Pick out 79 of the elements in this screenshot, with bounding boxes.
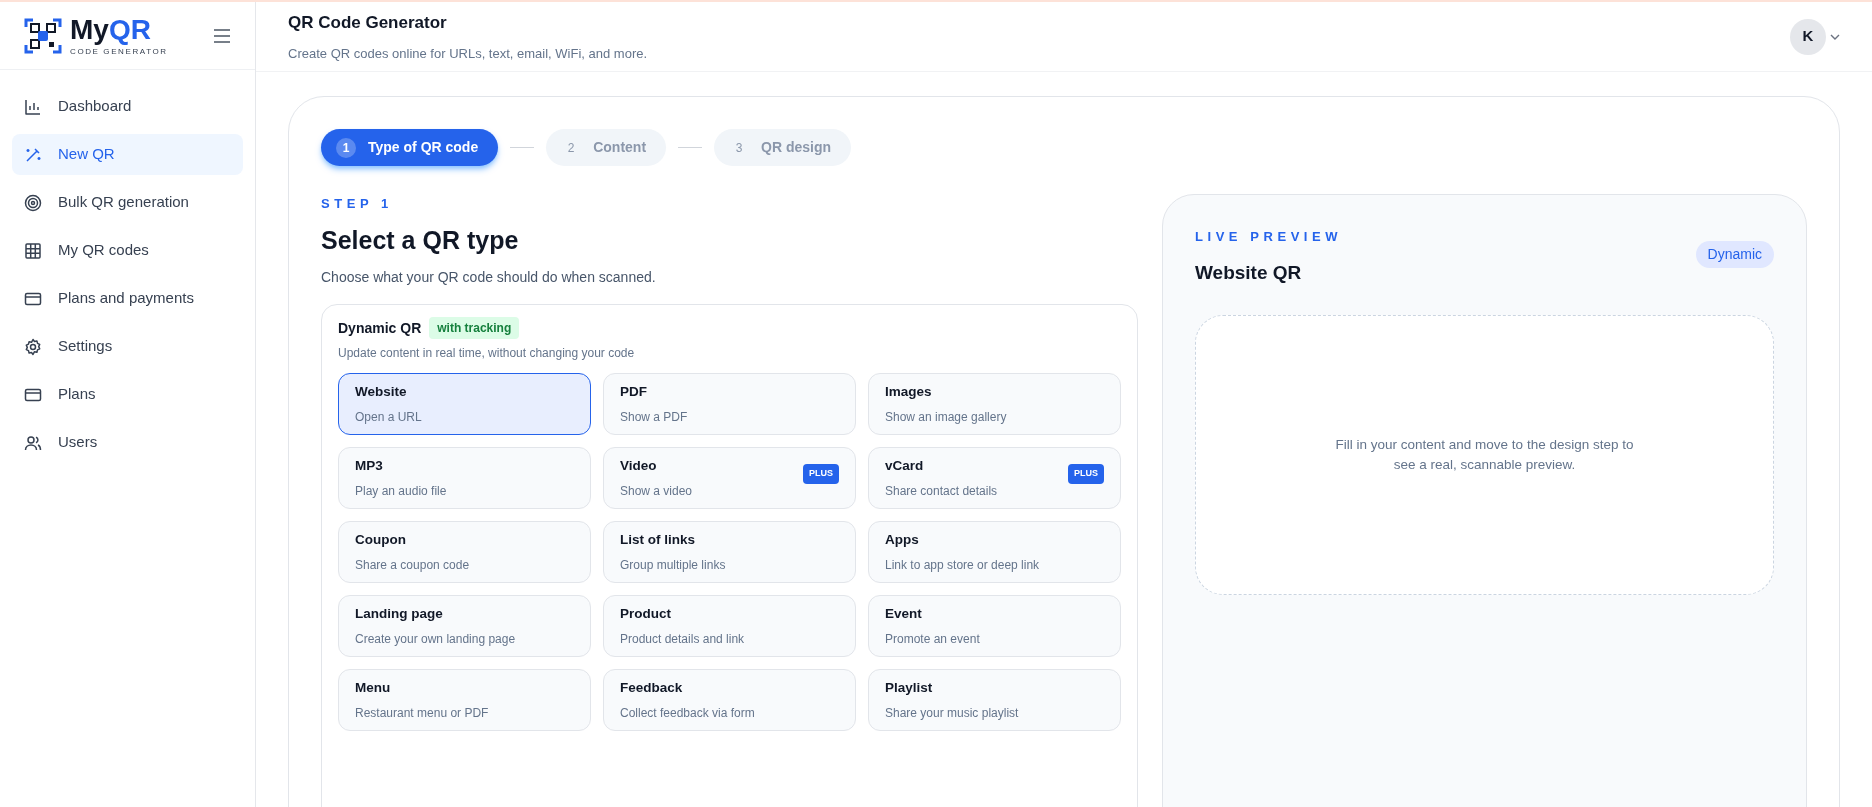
- card-title: Landing page: [355, 605, 443, 624]
- preview-hint: Fill in your content and move to the design step to see a real, scannable preview.: [1334, 436, 1635, 474]
- sidebar-item[interactable]: Bulk QR generation: [12, 182, 243, 223]
- card-description: Create your own landing page: [355, 630, 516, 648]
- qr-type-card[interactable]: Images Show an image gallery: [868, 373, 1121, 435]
- card-description: Promote an event: [885, 630, 980, 648]
- sidebar-item[interactable]: Users: [12, 422, 243, 463]
- qr-type-card[interactable]: Landing page Create your own landing page: [338, 595, 591, 657]
- qr-type-card[interactable]: Website Open a URL: [338, 373, 591, 435]
- sidebar-item[interactable]: Dashboard: [12, 86, 243, 127]
- card-description: Product details and link: [620, 630, 745, 648]
- brand-name: MyQR: [70, 15, 152, 44]
- card-title: PDF: [620, 383, 647, 402]
- card-description: Share a coupon code: [355, 556, 470, 574]
- chevron-down-icon: [1830, 33, 1840, 40]
- magic-wand-icon: [24, 145, 42, 164]
- card-description: Group multiple links: [620, 556, 726, 574]
- plus-badge: PLUS: [1068, 464, 1104, 484]
- brand-tagline: CODE GENERATOR: [70, 47, 168, 56]
- card-description: Restaurant menu or PDF: [355, 704, 489, 722]
- card-description: Show a PDF: [620, 408, 688, 426]
- section-description: Choose what your QR code should do when scanned.: [321, 268, 657, 287]
- qr-type-card[interactable]: vCard Share contact details PLUS: [868, 447, 1121, 509]
- users-icon: [24, 433, 42, 452]
- qr-type-card[interactable]: Playlist Share your music playlist: [868, 669, 1121, 731]
- card-description: Show a video: [620, 482, 693, 500]
- qr-type-card[interactable]: List of links Group multiple links: [603, 521, 856, 583]
- sidebar-item[interactable]: Plans: [12, 374, 243, 415]
- card-title: Menu: [355, 679, 391, 698]
- page-title: QR Code Generator: [288, 12, 448, 34]
- qr-type-card[interactable]: MP3 Play an audio file: [338, 447, 591, 509]
- qr-type-card[interactable]: PDF Show a PDF: [603, 373, 856, 435]
- section-heading: Select a QR type: [321, 224, 520, 256]
- sidebar-item[interactable]: My QR codes: [12, 230, 243, 271]
- card-description: Share your music playlist: [885, 704, 1019, 722]
- card-description: Collect feedback via form: [620, 704, 755, 722]
- step-tab[interactable]: 1 Type of QR code: [321, 129, 499, 166]
- settings-icon: [24, 337, 42, 356]
- card-title: Product: [620, 605, 671, 624]
- qr-type-card[interactable]: Product Product details and link: [603, 595, 856, 657]
- panel-title: Dynamic QR: [338, 318, 422, 338]
- qr-type-card[interactable]: Feedback Collect feedback via form: [603, 669, 856, 731]
- card-description: Share contact details: [885, 482, 998, 500]
- card-title: MP3: [355, 457, 383, 476]
- sidebar-item[interactable]: Plans and payments: [12, 278, 243, 319]
- card-title: Images: [885, 383, 932, 402]
- card-title: Event: [885, 605, 922, 624]
- grid-icon: [24, 241, 42, 260]
- card-title: Apps: [885, 531, 919, 550]
- card-title: Coupon: [355, 531, 406, 550]
- preview-title: Website QR: [1195, 260, 1303, 285]
- tracking-badge: with tracking: [429, 317, 520, 339]
- card-title: Website: [355, 383, 407, 402]
- qr-type-card[interactable]: Coupon Share a coupon code: [338, 521, 591, 583]
- target-icon: [24, 193, 42, 212]
- step-label: STEP 1: [321, 195, 394, 213]
- sidebar-item[interactable]: New QR: [12, 134, 243, 175]
- card-description: Open a URL: [355, 408, 422, 426]
- card-description: Show an image gallery: [885, 408, 1007, 426]
- sidebar-item[interactable]: Settings: [12, 326, 243, 367]
- panel-subtitle: Update content in real time, without changing your code: [338, 345, 636, 362]
- card-title: Playlist: [885, 679, 933, 698]
- qr-type-card[interactable]: Apps Link to app store or deep link: [868, 521, 1121, 583]
- qr-type-card[interactable]: Menu Restaurant menu or PDF: [338, 669, 591, 731]
- qr-type-card[interactable]: Event Promote an event: [868, 595, 1121, 657]
- card-title: List of links: [620, 531, 695, 550]
- qr-logo-icon: [24, 16, 62, 55]
- page-subtitle: Create QR codes online for URLs, text, email, WiFi, and more.: [288, 44, 648, 63]
- card-description: Link to app store or deep link: [885, 556, 1040, 574]
- menu-icon[interactable]: [213, 28, 231, 43]
- card-title: Feedback: [620, 679, 683, 698]
- card-title: Video: [620, 457, 657, 476]
- bar-chart-icon: [24, 97, 42, 116]
- plus-badge: PLUS: [803, 464, 839, 484]
- qr-type-card[interactable]: Video Show a video PLUS: [603, 447, 856, 509]
- card-title: vCard: [885, 457, 924, 476]
- card-description: Play an audio file: [355, 482, 447, 500]
- dynamic-badge: Dynamic: [1695, 241, 1774, 268]
- preview-label: LIVE PREVIEW: [1195, 228, 1343, 246]
